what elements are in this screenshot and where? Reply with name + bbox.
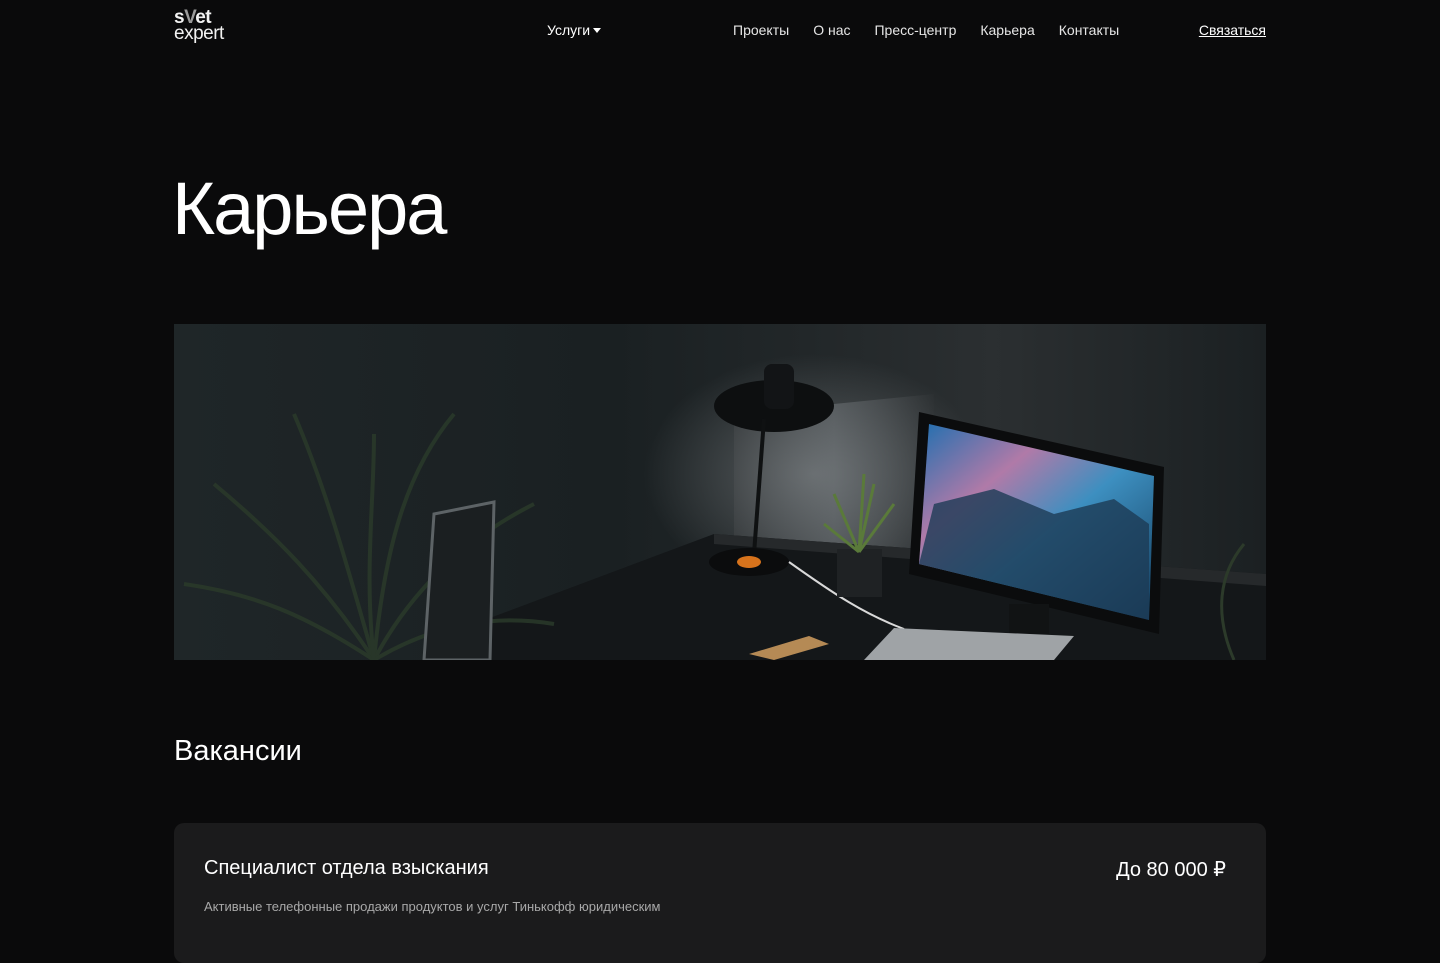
nav-item-press[interactable]: Пресс-центр — [874, 22, 956, 38]
desk-workspace-photo-icon — [183, 354, 1266, 660]
main-nav: Проекты О нас Пресс-центр Карьера Контак… — [733, 22, 1119, 38]
nav-services-label: Услуги — [547, 22, 591, 38]
logo[interactable]: sVet expert — [174, 8, 244, 52]
nav-item-about[interactable]: О нас — [813, 22, 850, 38]
vacancy-card[interactable]: Специалист отдела взыскания До 80 000 ₽ … — [174, 823, 1266, 963]
page-title: Карьера — [172, 167, 447, 250]
nav-item-projects[interactable]: Проекты — [733, 22, 789, 38]
caret-down-icon — [593, 28, 602, 33]
vacancy-description: Активные телефонные продажи продуктов и … — [204, 899, 661, 914]
nav-services-dropdown[interactable]: Услуги — [547, 22, 602, 38]
nav-item-career[interactable]: Карьера — [980, 22, 1034, 38]
hero-image — [174, 324, 1266, 660]
logo-line-2: expert — [174, 23, 224, 45]
contact-link[interactable]: Связаться — [1199, 22, 1266, 38]
vacancy-title: Специалист отдела взыскания — [204, 857, 489, 879]
site-header: sVet expert Услуги Проекты О нас Пресс-ц… — [0, 0, 1440, 64]
nav-item-contacts[interactable]: Контакты — [1059, 22, 1119, 38]
section-title-vacancies: Вакансии — [174, 735, 302, 767]
vacancy-salary: До 80 000 ₽ — [1116, 859, 1226, 881]
